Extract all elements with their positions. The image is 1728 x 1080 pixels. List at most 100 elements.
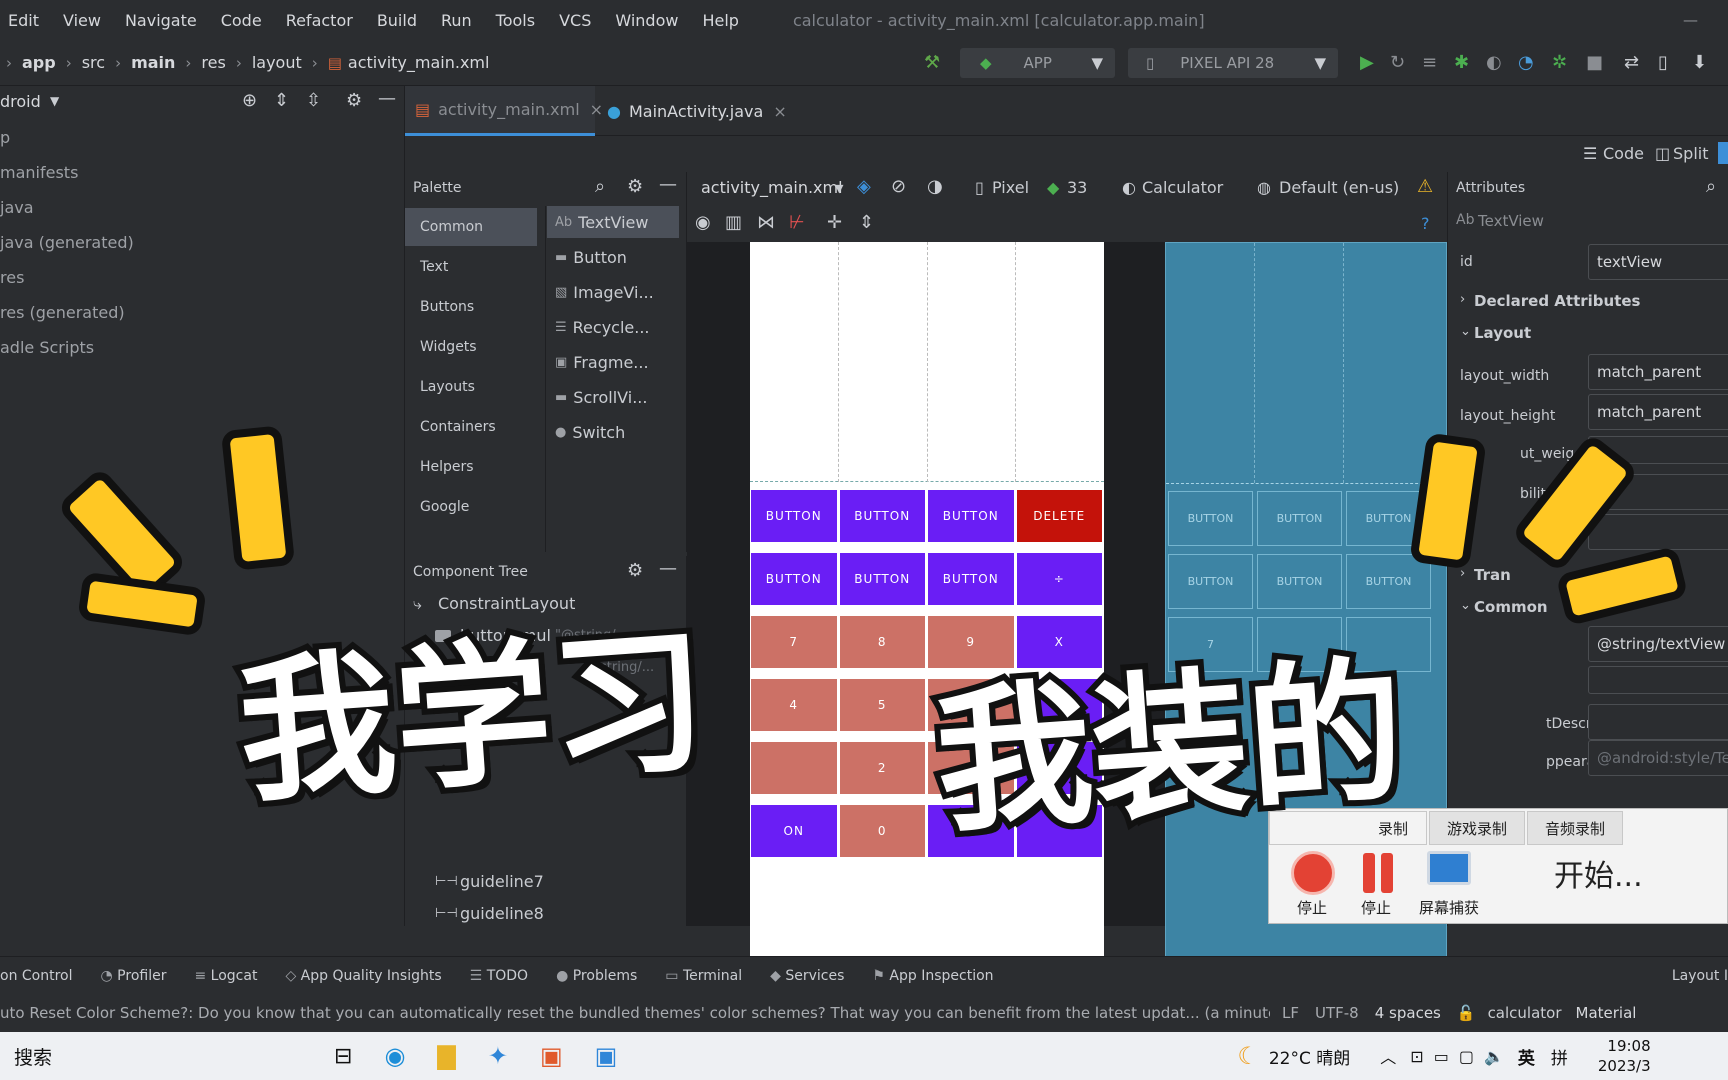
minimize-icon[interactable]: — bbox=[659, 174, 677, 195]
project-view-mode[interactable]: droid bbox=[0, 92, 41, 111]
tab-audio-record[interactable]: 音频录制 bbox=[1527, 811, 1623, 845]
calc-button[interactable]: 4 bbox=[751, 679, 837, 731]
menu-build[interactable]: Build bbox=[377, 11, 417, 30]
breadcrumb-src[interactable]: src bbox=[82, 53, 105, 72]
locale-dropdown[interactable]: Default (en-us) bbox=[1279, 178, 1399, 197]
align-icon[interactable]: ⇕ bbox=[859, 212, 874, 233]
tab-game-record[interactable]: 游戏录制 bbox=[1429, 811, 1525, 845]
text-field[interactable]: @string/textView bbox=[1588, 626, 1728, 662]
minimize-icon[interactable]: — bbox=[378, 88, 396, 109]
breadcrumb-layout[interactable]: layout bbox=[252, 53, 302, 72]
stop-record-icon[interactable] bbox=[1291, 851, 1335, 895]
palette-category-widgets[interactable]: Widgets bbox=[405, 328, 537, 366]
help-icon[interactable]: ? bbox=[1421, 214, 1430, 233]
calc-button[interactable]: 8 bbox=[839, 616, 925, 668]
battery-icon[interactable]: ▭ bbox=[1434, 1047, 1449, 1066]
code-mode-button[interactable]: Code bbox=[1603, 144, 1644, 163]
calc-button[interactable]: BUTTON bbox=[839, 490, 925, 542]
palette-item[interactable]: ▬ Button bbox=[555, 241, 627, 273]
device-dropdown[interactable]: ▯ PIXEL API 28 ▼ bbox=[1128, 48, 1338, 78]
breadcrumb-file[interactable]: activity_main.xml bbox=[348, 53, 490, 72]
tab-main-activity[interactable]: ● MainActivity.java × bbox=[605, 86, 787, 136]
locate-icon[interactable]: ⊕ bbox=[242, 90, 257, 111]
calc-button[interactable]: BUTTON bbox=[751, 553, 837, 605]
apply-changes-icon[interactable]: ≡ bbox=[1422, 52, 1437, 73]
tool-window-button[interactable]: ≡ Logcat bbox=[194, 968, 257, 984]
pause-icon[interactable] bbox=[1381, 853, 1393, 893]
blueprint-button[interactable]: BUTTON bbox=[1257, 554, 1342, 609]
attach-debugger-icon[interactable]: ✲ bbox=[1552, 52, 1567, 73]
menu-help[interactable]: Help bbox=[702, 11, 738, 30]
project-tree-item[interactable]: res bbox=[0, 268, 24, 287]
tool-window-button[interactable]: Layout I bbox=[1672, 968, 1728, 984]
device-manager-icon[interactable]: ▯ bbox=[1658, 52, 1668, 73]
ime-mode[interactable]: 拼 bbox=[1551, 1044, 1568, 1069]
calc-button[interactable]: BUTTON bbox=[928, 553, 1014, 605]
palette-item[interactable]: Ab TextView bbox=[547, 206, 679, 238]
menu-edit[interactable]: Edit bbox=[8, 11, 39, 30]
menu-run[interactable]: Run bbox=[441, 11, 472, 30]
close-icon[interactable]: × bbox=[773, 102, 786, 121]
theme-name[interactable]: Material bbox=[1576, 1004, 1637, 1022]
caret-down-icon[interactable]: ▼ bbox=[50, 94, 59, 108]
project-tree-item[interactable]: p bbox=[0, 128, 10, 147]
breadcrumb-res[interactable]: res bbox=[201, 53, 225, 72]
chevron-down-icon[interactable]: ⌄ bbox=[1460, 324, 1471, 339]
palette-category-helpers[interactable]: Helpers bbox=[405, 448, 537, 486]
calc-button[interactable]: BUTTON bbox=[751, 490, 837, 542]
menu-code[interactable]: Code bbox=[221, 11, 262, 30]
file-encoding[interactable]: UTF-8 bbox=[1315, 1004, 1359, 1022]
chevron-right-icon[interactable]: › bbox=[1460, 292, 1465, 307]
palette-category-text[interactable]: Text bbox=[405, 248, 537, 286]
warning-icon[interactable]: ⚠ bbox=[1417, 176, 1433, 197]
clock[interactable]: 19:08 2023/3 bbox=[1598, 1036, 1651, 1076]
line-separator[interactable]: LF bbox=[1282, 1004, 1299, 1022]
tool-window-button[interactable]: on Control bbox=[0, 968, 73, 984]
edge-icon[interactable]: ◉ bbox=[384, 1042, 405, 1070]
ime-indicator[interactable]: 英 bbox=[1518, 1044, 1535, 1069]
menu-view[interactable]: View bbox=[63, 11, 101, 30]
tool-window-button[interactable]: ▭ Terminal bbox=[665, 968, 742, 984]
calc-button[interactable]: 5 bbox=[839, 679, 925, 731]
expand-all-icon[interactable]: ⇕ bbox=[274, 90, 289, 111]
calc-button[interactable]: BUTTON bbox=[928, 490, 1014, 542]
content-description-field[interactable] bbox=[1588, 704, 1728, 740]
palette-item[interactable]: ▬ ScrollVi... bbox=[555, 381, 647, 413]
lock-icon[interactable]: 🔓 bbox=[1457, 1004, 1476, 1022]
project-tree-item[interactable]: java bbox=[0, 198, 34, 217]
calc-button[interactable] bbox=[751, 742, 837, 794]
calc-button[interactable]: BUTTON bbox=[839, 553, 925, 605]
palette-category-common[interactable]: Common bbox=[405, 208, 537, 246]
palette-item[interactable]: ▧ ImageVi... bbox=[555, 276, 654, 308]
tray-icon[interactable]: ⊡ bbox=[1410, 1047, 1423, 1066]
layout-width-field[interactable]: match_parent bbox=[1588, 354, 1728, 390]
sync-icon[interactable]: ⇄ bbox=[1624, 52, 1639, 73]
coverage-icon[interactable]: ◐ bbox=[1486, 52, 1502, 73]
device-dropdown[interactable]: Pixel bbox=[992, 178, 1029, 197]
tool-window-button[interactable]: ● Problems bbox=[556, 968, 637, 984]
tool-window-button[interactable]: ⚑ App Inspection bbox=[872, 968, 993, 984]
id-field[interactable]: textView bbox=[1588, 244, 1728, 280]
palette-item[interactable]: ● Switch bbox=[555, 416, 625, 448]
split-mode-icon[interactable]: ◫ bbox=[1655, 144, 1670, 163]
night-mode-icon[interactable]: ◑ bbox=[927, 176, 943, 197]
pack-icon[interactable]: ✛ bbox=[827, 212, 842, 233]
gear-icon[interactable]: ⚙ bbox=[627, 176, 643, 197]
stop-icon[interactable]: ■ bbox=[1586, 52, 1603, 73]
clear-constraints-icon[interactable]: ⊬ bbox=[789, 212, 805, 233]
menu-window[interactable]: Window bbox=[615, 11, 678, 30]
profile-icon[interactable]: ◔ bbox=[1518, 52, 1534, 73]
menu-refactor[interactable]: Refactor bbox=[286, 11, 353, 30]
blueprint-button[interactable]: BUTTON bbox=[1168, 491, 1253, 546]
monitor-icon[interactable] bbox=[1427, 851, 1471, 885]
search-icon[interactable]: ⌕ bbox=[595, 176, 605, 197]
tree-item[interactable]: guideline7 bbox=[460, 872, 544, 891]
layout-height-field[interactable]: match_parent bbox=[1588, 394, 1728, 430]
layers-icon[interactable]: ◈ bbox=[857, 176, 871, 197]
gear-icon[interactable]: ⚙ bbox=[346, 90, 362, 111]
menu-vcs[interactable]: VCS bbox=[559, 11, 591, 30]
palette-item[interactable]: ☰ Recycle... bbox=[555, 311, 650, 343]
project-tree-item[interactable]: manifests bbox=[0, 163, 78, 182]
section-declared[interactable]: Declared Attributes bbox=[1474, 292, 1641, 310]
project-tree-item[interactable]: java (generated) bbox=[0, 233, 134, 252]
